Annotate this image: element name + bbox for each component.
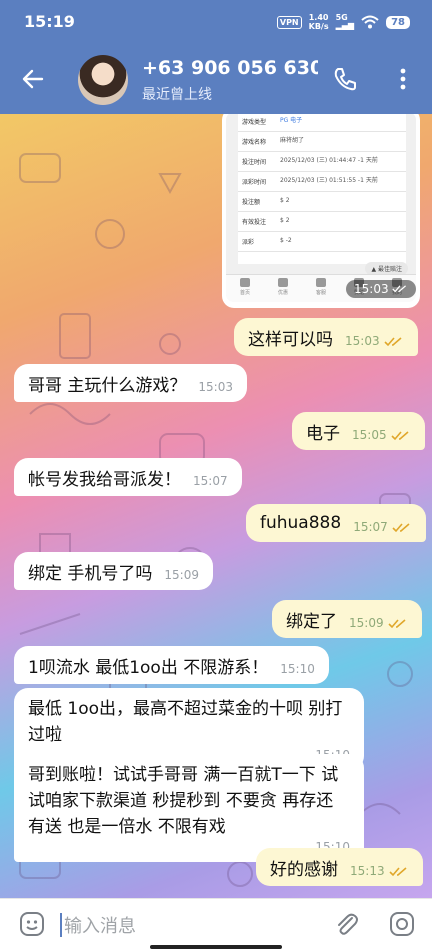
bet-row: 投注额 $ 2 — [238, 192, 406, 212]
wifi-icon — [361, 15, 379, 29]
read-ticks-icon — [384, 336, 402, 346]
message-outgoing[interactable]: fuhua888 15:07 — [246, 504, 426, 542]
message-incoming[interactable]: 哥哥 主玩什么游戏？ 15:03 — [14, 364, 247, 402]
bet-record-card: 游戏类型 PG 电子 游戏名称 麻将胡了 投注时间 2025/12/03 (三) 01… — [238, 114, 406, 264]
home-indicator — [150, 945, 282, 949]
emoji-icon[interactable] — [18, 910, 46, 938]
message-outgoing[interactable]: 好的感谢 15:13 — [256, 848, 423, 886]
message-text: 绑定 手机号了吗 — [28, 563, 153, 584]
shot-nav-item: 优惠 — [277, 275, 288, 302]
message-time: 15:10 — [280, 662, 315, 676]
message-text: 绑定了 — [286, 611, 337, 632]
message-incoming[interactable]: 帐号发我给哥派发！ 15:07 — [14, 458, 242, 496]
shot-nav-item: 首页 — [239, 275, 250, 302]
vpn-icon: VPN — [276, 15, 302, 29]
back-arrow-icon[interactable] — [20, 66, 46, 92]
text-cursor — [60, 913, 62, 937]
read-ticks-icon — [389, 866, 407, 876]
message-time: 15:07 — [193, 474, 228, 488]
shot-nav-item: 客服 — [315, 275, 326, 302]
read-ticks-icon — [391, 430, 409, 440]
battery-icon: 78 — [386, 15, 410, 29]
message-text: 哥哥 主玩什么游戏？ — [28, 375, 187, 396]
message-incoming[interactable]: 绑定 手机号了吗 15:09 — [14, 552, 213, 590]
bet-row: 派彩 $ -2 — [238, 232, 406, 252]
message-text: fuhua888 — [260, 513, 342, 533]
message-text: 电子 — [306, 423, 340, 444]
message-outgoing[interactable]: 电子 15:05 — [292, 412, 425, 450]
message-outgoing[interactable]: 这样可以吗 15:03 — [234, 318, 418, 356]
message-time: 15:13 — [350, 864, 409, 878]
message-text: 好的感谢 — [270, 859, 338, 880]
camera-icon[interactable] — [388, 910, 416, 938]
more-vert-icon[interactable] — [392, 64, 414, 94]
bet-record-screenshot: 游戏类型 PG 电子 游戏名称 麻将胡了 投注时间 2025/12/03 (三) 01… — [226, 114, 416, 302]
message-input[interactable]: 输入消息 — [64, 912, 136, 938]
status-bar: 15:19 VPN 1.40 KB/s 5G ▂▄▆ 78 — [0, 0, 432, 46]
chat-header: +63 906 056 6300 最近曾上线 — [0, 46, 432, 114]
chat-messages[interactable]: 游戏类型 PG 电子 游戏名称 麻将胡了 投注时间 2025/12/03 (三) 01… — [0, 114, 432, 898]
message-outgoing[interactable]: 绑定了 15:09 — [272, 600, 422, 638]
message-time: 15:03 — [198, 380, 233, 394]
bet-row: 有效投注 $ 2 — [238, 212, 406, 232]
bet-row: 游戏类型 PG 电子 — [238, 114, 406, 132]
message-text: 1呗流水 最低1oo出 不限游系！ — [28, 657, 269, 678]
image-timestamp: 15:03 — [346, 280, 416, 298]
phone-icon[interactable] — [332, 66, 358, 92]
message-time: 15:05 — [352, 428, 411, 442]
message-incoming[interactable]: 1呗流水 最低1oo出 不限游系！ 15:10 — [14, 646, 329, 684]
attach-icon[interactable] — [332, 910, 360, 938]
message-text: 帐号发我给哥派发！ — [28, 469, 181, 490]
avatar[interactable] — [78, 55, 128, 105]
contact-name[interactable]: +63 906 056 6300 — [142, 57, 318, 79]
message-time: 15:09 — [164, 568, 199, 582]
last-seen-status: 最近曾上线 — [142, 87, 212, 103]
message-time: 15:07 — [353, 520, 412, 534]
status-time: 15:19 — [24, 12, 75, 31]
image-message[interactable]: 游戏类型 PG 电子 游戏名称 麻将胡了 投注时间 2025/12/03 (三) 01… — [222, 114, 420, 308]
bet-row: 投注时间 2025/12/03 (三) 01:44:47 -1 天前 — [238, 152, 406, 172]
read-ticks-icon — [388, 618, 406, 628]
message-composer: 输入消息 — [0, 898, 432, 952]
network-speed: 1.40 KB/s — [308, 13, 329, 31]
read-ticks-icon — [391, 285, 406, 293]
read-ticks-icon — [392, 522, 410, 532]
message-text: 最低 1oo出，最高不超过菜金的十呗 别打过啦 — [28, 699, 343, 745]
signal-icon: 5G ▂▄▆ — [335, 13, 355, 30]
message-incoming[interactable]: 哥到账啦！试试手哥哥 满一百就T一下 试试咱家下款渠道 秒提秒到 不要贪 再存还… — [14, 754, 364, 862]
bet-row: 派彩时间 2025/12/03 (三) 01:51:55 -1 天前 — [238, 172, 406, 192]
message-time: 15:03 — [345, 334, 404, 348]
message-text: 哥到账啦！试试手哥哥 满一百就T一下 试试咱家下款渠道 秒提秒到 不要贪 再存还… — [28, 765, 339, 837]
status-icons: VPN 1.40 KB/s 5G ▂▄▆ 78 — [276, 13, 410, 31]
message-time: 15:09 — [349, 616, 408, 630]
message-text: 这样可以吗 — [248, 329, 333, 350]
bet-row: 游戏名称 麻将胡了 — [238, 132, 406, 152]
